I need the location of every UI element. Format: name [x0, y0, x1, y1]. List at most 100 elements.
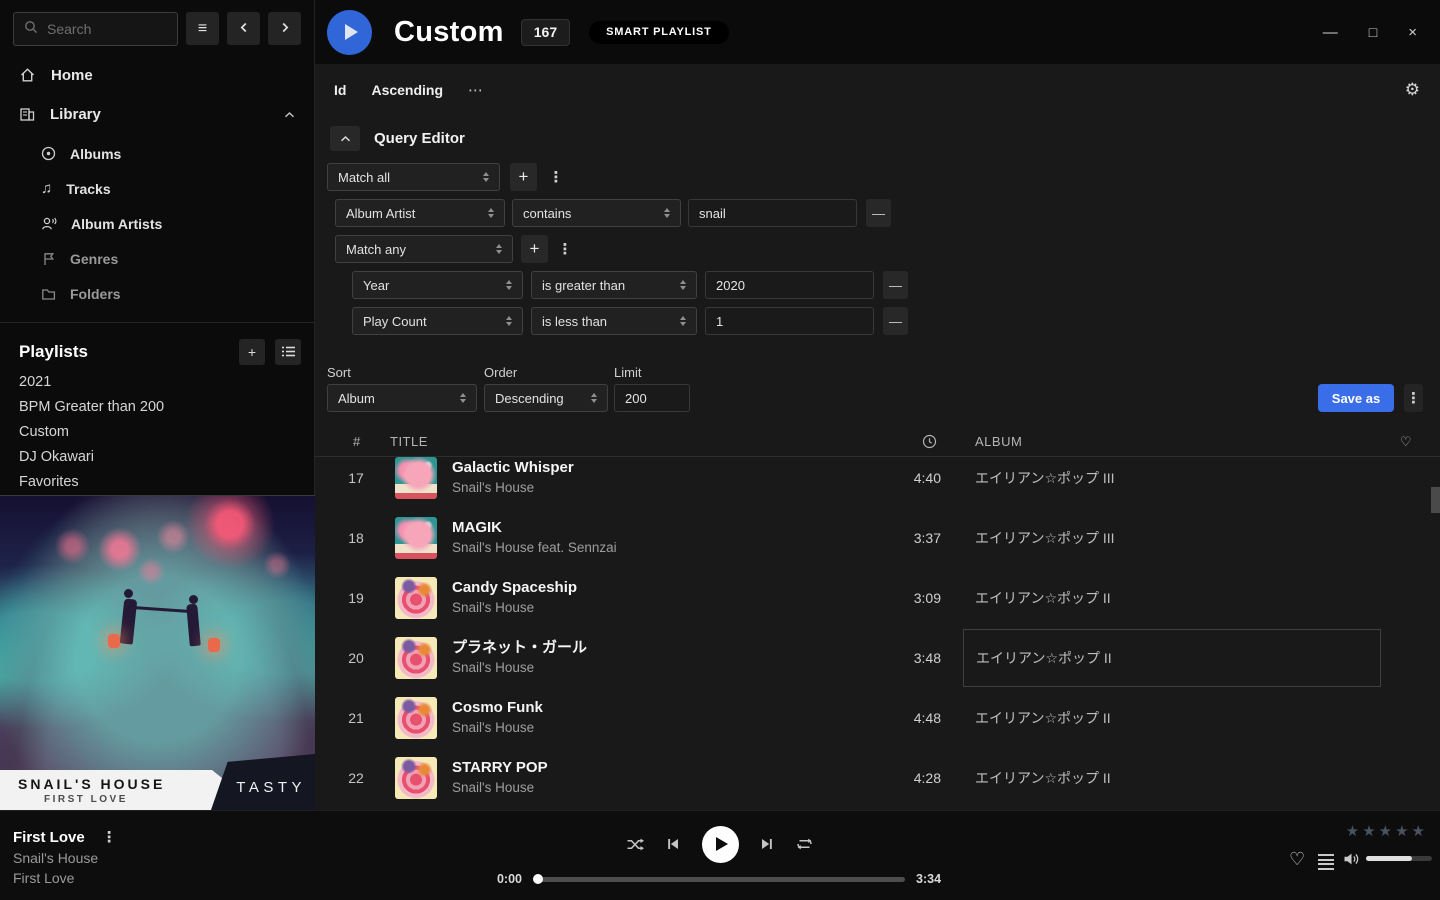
next-track-icon[interactable] — [760, 837, 774, 851]
sidebar-item-label: Library — [50, 106, 101, 123]
playlist-item[interactable]: Favorites — [0, 469, 314, 494]
column-favorite-heart-icon[interactable]: ♡ — [1400, 426, 1412, 457]
match-type-select[interactable]: Match any — [335, 235, 513, 263]
track-album[interactable]: エイリアン☆ポップ II — [963, 749, 1381, 807]
table-row[interactable]: 20 プラネット・ガールSnail's House 3:48 エイリアン☆ポップ… — [315, 628, 1440, 688]
more-options-icon[interactable]: ⋯ — [468, 81, 484, 99]
sidebar-item-folders[interactable]: Folders — [0, 276, 314, 311]
limit-label: Limit — [614, 365, 641, 380]
playlist-item[interactable]: DJ Okawari — [0, 444, 314, 469]
shuffle-icon[interactable] — [626, 837, 645, 852]
playlist-list-button[interactable] — [275, 339, 301, 365]
sidebar-item-library[interactable]: Library — [0, 95, 314, 133]
plus-icon: + — [519, 167, 529, 187]
rule-value-input[interactable] — [705, 271, 874, 299]
table-row[interactable]: 18 MAGIKSnail's House feat. Sennzai 3:37… — [315, 508, 1440, 568]
sort-direction-button[interactable]: Ascending — [371, 82, 443, 98]
volume-slider[interactable] — [1366, 856, 1432, 861]
rule-field-select[interactable]: Album Artist — [335, 199, 505, 227]
favorite-heart-icon[interactable]: ♡ — [1289, 849, 1305, 870]
group-menu-icon[interactable]: ⋮ — [547, 168, 565, 186]
rule-operator-select[interactable]: is greater than — [531, 271, 697, 299]
playlist-item[interactable]: 2021 — [0, 369, 314, 394]
add-rule-button[interactable]: + — [521, 235, 548, 263]
track-album[interactable]: エイリアン☆ポップ III — [963, 457, 1381, 507]
sort-select[interactable]: Album — [327, 384, 477, 412]
table-row[interactable]: 21 Cosmo FunkSnail's House 4:48 エイリアン☆ポッ… — [315, 688, 1440, 748]
playlist-item[interactable]: BPM Greater than 200 — [0, 394, 314, 419]
window-close-button[interactable]: × — [1408, 24, 1417, 41]
gear-icon[interactable]: ⚙ — [1405, 80, 1420, 100]
queue-icon[interactable] — [1318, 854, 1334, 870]
track-table-header: # TITLE ALBUM ♡ — [315, 426, 1440, 457]
star-icon[interactable]: ★ — [1395, 822, 1408, 840]
rule-field-select[interactable]: Play Count — [352, 307, 523, 335]
table-row[interactable]: 19 Candy SpaceshipSnail's House 3:09 エイリ… — [315, 568, 1440, 628]
group-menu-icon[interactable]: ⋮ — [556, 240, 574, 258]
albums-icon — [41, 146, 56, 161]
table-row[interactable]: 17 Galactic WhisperSnail's House 4:40 エイ… — [315, 457, 1440, 508]
sidebar-item-albums[interactable]: Albums — [0, 136, 314, 171]
track-album-focused[interactable]: エイリアン☆ポップ II — [963, 629, 1381, 687]
sort-field-button[interactable]: Id — [334, 82, 346, 98]
save-as-button[interactable]: Save as — [1318, 384, 1394, 412]
query-editor-collapse-button[interactable] — [330, 126, 360, 151]
remove-rule-button[interactable]: — — [866, 199, 891, 227]
sort-toolbar: Id Ascending ⋯ — [315, 64, 1440, 116]
play-button[interactable] — [702, 826, 739, 863]
sidebar-item-tracks[interactable]: ♫ Tracks — [0, 171, 314, 206]
add-playlist-button[interactable]: + — [239, 339, 265, 365]
search-box[interactable] — [13, 12, 178, 46]
track-artist: Snail's House — [452, 778, 548, 798]
track-album[interactable]: エイリアン☆ポップ II — [963, 569, 1381, 627]
remove-rule-button[interactable]: — — [883, 271, 908, 299]
star-icon[interactable]: ★ — [1379, 822, 1392, 840]
rule-value-input[interactable] — [688, 199, 857, 227]
rule-field-select[interactable]: Year — [352, 271, 523, 299]
now-playing-menu-icon[interactable]: ⋮ — [102, 828, 117, 846]
column-title[interactable]: TITLE — [390, 426, 428, 457]
volume-icon[interactable] — [1343, 852, 1361, 871]
scrollbar-thumb[interactable] — [1431, 487, 1440, 513]
window-minimize-button[interactable]: — — [1323, 24, 1338, 41]
star-icon[interactable]: ★ — [1362, 822, 1375, 840]
limit-input[interactable] — [614, 384, 690, 412]
add-rule-button[interactable]: + — [510, 163, 537, 191]
plus-icon: + — [530, 239, 540, 259]
lantern — [108, 634, 120, 648]
sidebar-item-home[interactable]: Home — [0, 56, 314, 94]
column-album[interactable]: ALBUM — [975, 426, 1022, 457]
playlist-item[interactable]: Custom — [0, 419, 314, 444]
star-icon[interactable]: ★ — [1412, 822, 1425, 840]
sidebar-item-genres[interactable]: Genres — [0, 241, 314, 276]
previous-track-icon[interactable] — [666, 837, 680, 851]
progress-knob[interactable] — [533, 874, 543, 884]
track-duration: 3:37 — [860, 508, 941, 568]
track-album[interactable]: エイリアン☆ポップ II — [963, 689, 1381, 747]
divider — [0, 322, 314, 323]
column-number[interactable]: # — [353, 426, 361, 457]
match-type-select[interactable]: Match all — [327, 163, 500, 191]
rule-operator-select[interactable]: contains — [512, 199, 681, 227]
nav-forward-button[interactable] — [268, 12, 301, 45]
rule-value-input[interactable] — [705, 307, 874, 335]
repeat-icon[interactable] — [795, 837, 814, 851]
window-maximize-button[interactable]: □ — [1369, 24, 1377, 40]
home-icon — [19, 67, 36, 83]
rule-operator-select[interactable]: is less than — [531, 307, 697, 335]
remove-rule-button[interactable]: — — [883, 307, 908, 335]
star-icon[interactable]: ★ — [1346, 822, 1359, 840]
progress-bar[interactable] — [535, 877, 905, 882]
chevron-up-icon[interactable] — [284, 106, 295, 123]
track-title: プラネット・ガール — [452, 637, 587, 658]
nav-back-button[interactable] — [227, 12, 260, 45]
track-album[interactable]: エイリアン☆ポップ III — [963, 509, 1381, 567]
play-playlist-button[interactable] — [327, 10, 372, 55]
menu-toggle-button[interactable]: ≡ — [186, 12, 219, 45]
save-menu-icon[interactable]: ⋮ — [1404, 384, 1423, 412]
duration-clock-icon[interactable] — [922, 426, 937, 457]
order-select[interactable]: Descending — [484, 384, 608, 412]
now-playing-album-art[interactable]: SNAIL'S HOUSE FIRST LOVE TASTY — [0, 495, 315, 810]
table-row[interactable]: 22 STARRY POPSnail's House 4:28 エイリアン☆ポッ… — [315, 748, 1440, 808]
sidebar-item-album-artists[interactable]: Album Artists — [0, 206, 314, 241]
